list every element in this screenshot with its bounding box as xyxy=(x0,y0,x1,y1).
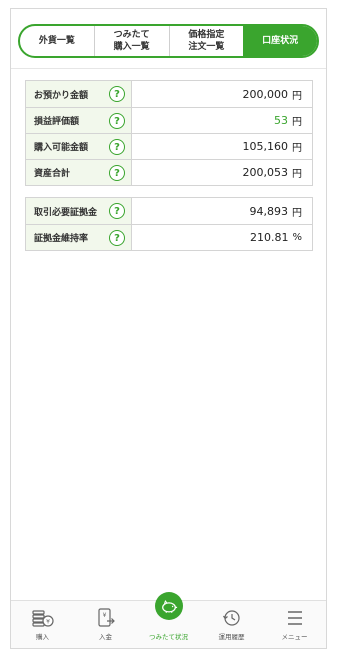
row-label: 取引必要証拠金 xyxy=(34,207,98,218)
coins-yen-icon: ¥ xyxy=(31,610,54,627)
margin-table: 取引必要証拠金 ? 94,893 円 証拠金維持率 ? 210.81 % xyxy=(25,197,313,251)
nav-item-purchase[interactable]: ¥ 購入 xyxy=(11,601,74,648)
row-value-cell: 53 円 xyxy=(132,108,312,133)
hamburger-menu-icon xyxy=(287,611,302,625)
nav-item-tsumitate-status[interactable]: つみたて状況 xyxy=(137,592,200,648)
row-value: 200,053 xyxy=(242,166,289,179)
tab-label: つみたて 購入一覧 xyxy=(113,30,150,52)
segmented-tab-bar: 外貨一覧 つみたて 購入一覧 価格指定 注文一覧 口座状況 xyxy=(18,24,319,58)
help-icon[interactable]: ? xyxy=(109,139,125,155)
tab-account-status[interactable]: 口座状況 xyxy=(243,26,317,56)
tab-label: 外貨一覧 xyxy=(38,36,75,46)
row-label: 購入可能金額 xyxy=(34,143,89,153)
table-row: お預かり金額 ? 200,000 円 xyxy=(26,81,312,107)
svg-text:¥: ¥ xyxy=(102,612,106,619)
tab-label: 口座状況 xyxy=(262,36,299,46)
help-icon[interactable]: ? xyxy=(109,113,125,129)
row-label-cell: お預かり金額 ? xyxy=(26,81,132,107)
row-label: 損益評価額 xyxy=(34,117,80,127)
piggy-bank-icon xyxy=(161,599,177,613)
row-value-cell: 94,893 円 xyxy=(132,198,312,224)
tab-label: 価格指定 注文一覧 xyxy=(188,30,225,52)
nav-label: 購入 xyxy=(36,633,49,641)
tab-forex-list[interactable]: 外貨一覧 xyxy=(20,26,94,56)
nav-label: 入金 xyxy=(99,633,112,641)
account-summary-table: お預かり金額 ? 200,000 円 損益評価額 ? 53 円 購入可能金額 ? xyxy=(25,80,313,186)
row-unit: 円 xyxy=(292,143,302,154)
row-label-cell: 証拠金維持率 ? xyxy=(26,225,132,250)
row-value-cell: 210.81 % xyxy=(132,225,312,250)
row-label-cell: 購入可能金額 ? xyxy=(26,134,132,159)
row-label-cell: 損益評価額 ? xyxy=(26,108,132,133)
table-row: 資産合計 ? 200,053 円 xyxy=(26,159,312,185)
nav-label: 運用履歴 xyxy=(218,633,245,641)
nav-label: つみたて状況 xyxy=(149,633,188,641)
row-value-cell: 200,000 円 xyxy=(132,81,312,107)
help-icon[interactable]: ? xyxy=(109,203,125,219)
row-unit: 円 xyxy=(292,90,302,102)
row-unit: 円 xyxy=(292,207,302,219)
table-row: 取引必要証拠金 ? 94,893 円 xyxy=(26,198,312,224)
row-value-cell: 105,160 円 xyxy=(132,134,312,159)
table-row: 損益評価額 ? 53 円 xyxy=(26,107,312,133)
row-label: 資産合計 xyxy=(34,169,71,179)
row-label: 証拠金維持率 xyxy=(34,234,89,244)
help-icon[interactable]: ? xyxy=(109,230,125,246)
svg-text:¥: ¥ xyxy=(46,619,50,626)
row-label: お預かり金額 xyxy=(34,90,89,101)
tab-tsumitate-purchase-list[interactable]: つみたて 購入一覧 xyxy=(93,26,169,56)
row-unit: 円 xyxy=(292,169,302,180)
row-unit: % xyxy=(292,232,302,243)
nav-item-deposit[interactable]: ¥ 入金 xyxy=(74,601,137,648)
nav-item-history[interactable]: 運用履歴 xyxy=(200,601,263,648)
app-screen: 外貨一覧 つみたて 購入一覧 価格指定 注文一覧 口座状況 お預かり金額 ? 2… xyxy=(10,8,327,649)
tab-limit-order-list[interactable]: 価格指定 注文一覧 xyxy=(168,26,244,56)
table-row: 購入可能金額 ? 105,160 円 xyxy=(26,133,312,159)
nav-item-menu[interactable]: メニュー xyxy=(263,601,326,648)
row-value: 53 xyxy=(274,114,288,127)
row-value: 210.81 xyxy=(249,231,289,244)
row-value: 105,160 xyxy=(242,140,289,153)
row-unit: 円 xyxy=(292,117,302,128)
divider xyxy=(11,68,326,69)
active-nav-indicator xyxy=(154,592,183,620)
nav-label: メニュー xyxy=(281,633,308,641)
help-icon[interactable]: ? xyxy=(109,86,125,102)
deposit-icon: ¥ xyxy=(97,608,115,627)
table-row: 証拠金維持率 ? 210.81 % xyxy=(26,224,312,250)
row-label-cell: 資産合計 ? xyxy=(26,160,132,185)
row-value: 94,893 xyxy=(249,204,289,218)
bottom-navigation: ¥ 購入 ¥ 入金 つみたて状況 運用履歴 メニュー xyxy=(11,592,326,648)
tab-bar-wrapper: 外貨一覧 つみたて 購入一覧 価格指定 注文一覧 口座状況 xyxy=(11,9,326,58)
history-clock-icon xyxy=(222,610,240,626)
help-icon[interactable]: ? xyxy=(109,165,125,181)
row-value: 200,000 xyxy=(242,87,289,101)
row-label-cell: 取引必要証拠金 ? xyxy=(26,198,132,224)
row-value-cell: 200,053 円 xyxy=(132,160,312,185)
